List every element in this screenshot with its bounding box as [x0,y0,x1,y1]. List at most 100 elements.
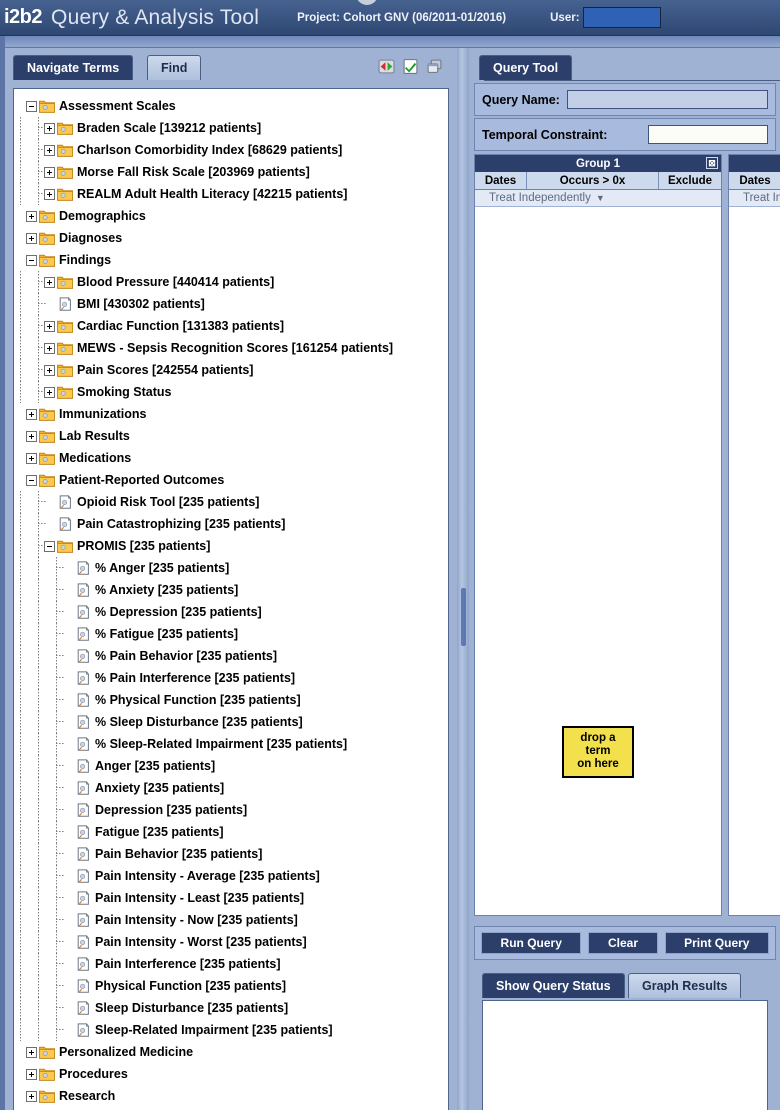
tree-node[interactable]: Pain Catastrophizing [235 patients] [18,513,448,535]
tree-node[interactable]: Morse Fall Risk Scale [203969 patients] [18,161,448,183]
tree-node[interactable]: % Anger [235 patients] [18,557,448,579]
tree-node[interactable]: Medications [18,447,448,469]
query-group-1-body[interactable]: drop a term on here [475,207,721,915]
tree-node[interactable]: % Pain Interference [235 patients] [18,667,448,689]
expand-icon[interactable] [44,386,55,398]
tree-node[interactable]: % Sleep Disturbance [235 patients] [18,711,448,733]
tree-node[interactable]: Pain Intensity - Now [235 patients] [18,909,448,931]
tab-navigate-terms[interactable]: Navigate Terms [13,55,134,80]
results-content-area[interactable] [482,1000,768,1110]
tab-show-query-status[interactable]: Show Query Status [482,973,625,998]
expand-icon[interactable] [26,232,37,244]
tree-node[interactable]: Opioid Risk Tool [235 patients] [18,491,448,513]
tree-node[interactable]: % Pain Behavior [235 patients] [18,645,448,667]
tree-node[interactable]: Immunizations [18,403,448,425]
splitter-grip[interactable] [461,588,466,646]
tree-node[interactable]: Demographics [18,205,448,227]
ontology-tree-container[interactable]: Assessment Scales Braden Scale [139212 pa… [13,88,449,1110]
tree-node[interactable]: Anger [235 patients] [18,755,448,777]
tree-node[interactable]: Depression [235 patients] [18,799,448,821]
tree-node[interactable]: BMI [430302 patients] [18,293,448,315]
panel-splitter[interactable] [457,48,469,1110]
tree-node[interactable]: Findings [18,249,448,271]
tree-node[interactable]: % Depression [235 patients] [18,601,448,623]
tree-node[interactable]: Personalized Medicine [18,1041,448,1063]
collapse-icon[interactable] [44,540,55,552]
query-group-2-body[interactable] [729,207,780,915]
print-query-button[interactable]: Print Query [664,932,770,954]
tree-node[interactable]: Pain Intensity - Least [235 patients] [18,887,448,909]
tree-node[interactable]: Blood Pressure [440414 patients] [18,271,448,293]
tree-node[interactable]: Pain Behavior [235 patients] [18,843,448,865]
tree-node[interactable]: MEWS - Sepsis Recognition Scores [161254… [18,337,448,359]
tree-node[interactable]: Physical Function [235 patients] [18,975,448,997]
column-header-occurs[interactable]: Occurs > 0x [527,172,659,189]
query-name-input[interactable] [566,90,768,109]
tree-node[interactable]: Lab Results [18,425,448,447]
column-header-dates[interactable]: Dates [475,172,527,189]
temporal-constraint-input[interactable] [648,125,768,144]
column-header-exclude[interactable]: Exclude [659,172,721,189]
expand-icon[interactable] [26,1046,37,1058]
concept-page-icon [57,516,73,531]
tree-node[interactable]: Procedures [18,1063,448,1085]
treat-independently-dropdown-2[interactable]: Treat In [729,190,780,207]
tree-node[interactable]: Smoking Status [18,381,448,403]
user-value-field[interactable] [582,7,661,28]
tree-node[interactable]: % Physical Function [235 patients] [18,689,448,711]
tree-node[interactable]: % Fatigue [235 patients] [18,623,448,645]
expand-icon[interactable] [44,276,55,288]
expand-icon[interactable] [26,1090,37,1102]
tree-node[interactable]: Braden Scale [139212 patients] [18,117,448,139]
expand-icon[interactable] [44,342,55,354]
expand-icon[interactable] [44,122,55,134]
tree-node[interactable]: Patient-Reported Outcomes [18,469,448,491]
expand-icon[interactable] [44,320,55,332]
expand-icon[interactable] [26,1068,37,1080]
check-page-icon[interactable] [402,58,419,75]
treat-independently-dropdown[interactable]: Treat Independently ▼ [475,190,721,207]
tab-graph-results[interactable]: Graph Results [628,973,742,998]
tree-node[interactable]: Pain Intensity - Average [235 patients] [18,865,448,887]
clear-button[interactable]: Clear [588,932,658,954]
tree-node[interactable]: PROMIS [235 patients] [18,535,448,557]
tree-node[interactable]: Fatigue [235 patients] [18,821,448,843]
drop-term-target[interactable]: drop a term on here [562,726,634,778]
expand-icon[interactable] [44,144,55,156]
tree-guide-line [20,491,21,513]
tree-node[interactable]: Assessment Scales [18,95,448,117]
tree-node[interactable]: REALM Adult Health Literacy [42215 patie… [18,183,448,205]
expand-icon[interactable] [26,408,37,420]
tree-node[interactable]: Research [18,1085,448,1107]
tree-node[interactable]: Charlson Comorbidity Index [68629 patien… [18,139,448,161]
column-header-dates-2[interactable]: Dates [729,172,780,189]
tree-node[interactable]: Pain Scores [242554 patients] [18,359,448,381]
navigate-arrows-icon[interactable] [378,58,395,75]
expand-icon[interactable] [26,452,37,464]
expand-icon[interactable] [26,210,37,222]
expand-icon[interactable] [44,364,55,376]
expand-icon[interactable] [26,430,37,442]
run-query-button[interactable]: Run Query [481,932,582,954]
expand-icon[interactable] [44,166,55,178]
tree-node[interactable]: Pain Interference [235 patients] [18,953,448,975]
collapse-icon[interactable] [26,474,37,486]
tree-node[interactable]: Sleep Disturbance [235 patients] [18,997,448,1019]
tree-node[interactable]: Anxiety [235 patients] [18,777,448,799]
tree-node[interactable]: Pain Intensity - Worst [235 patients] [18,931,448,953]
windows-icon[interactable] [426,58,443,75]
query-group-1-close-icon[interactable]: ⊠ [706,157,718,169]
folder-icon [57,143,73,157]
collapse-icon[interactable] [26,254,37,266]
tree-node[interactable]: Sleep-Related Impairment [235 patients] [18,1019,448,1041]
collapse-icon[interactable] [26,100,37,112]
expand-icon[interactable] [44,188,55,200]
tab-query-tool[interactable]: Query Tool [479,55,573,80]
tab-find[interactable]: Find [147,55,202,80]
tree-node[interactable]: Cardiac Function [131383 patients] [18,315,448,337]
tree-node-label: % Sleep-Related Impairment [235 patients… [95,737,348,751]
tree-node[interactable]: % Sleep-Related Impairment [235 patients… [18,733,448,755]
tree-node[interactable]: Diagnoses [18,227,448,249]
tree-node[interactable]: % Anxiety [235 patients] [18,579,448,601]
